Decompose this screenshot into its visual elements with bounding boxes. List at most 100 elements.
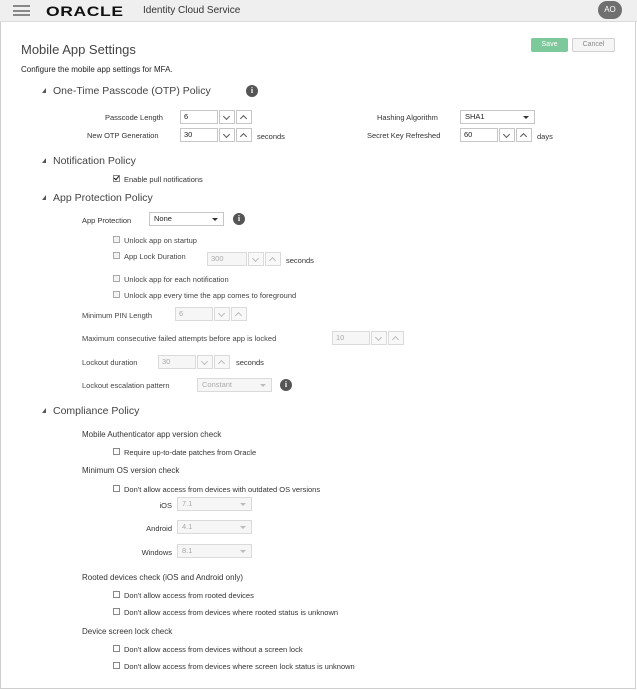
screen-lock-title: Device screen lock check: [82, 627, 173, 636]
android-version-value: 4.1: [182, 522, 193, 531]
section-compliance-title: Compliance Policy: [53, 405, 140, 417]
decrement-button[interactable]: [499, 128, 515, 142]
lock-duration-input[interactable]: 300: [207, 252, 247, 266]
chevron-down-icon: [217, 309, 226, 318]
chevron-up-icon: [391, 335, 400, 344]
user-avatar[interactable]: AO: [598, 1, 622, 19]
chevron-down-icon: [251, 254, 260, 263]
top-bar: ORACLE Identity Cloud Service AO: [0, 0, 637, 22]
unlock-startup-checkbox[interactable]: [113, 236, 120, 243]
caret-down-icon: [212, 218, 218, 221]
collapse-triangle-icon[interactable]: [42, 195, 46, 200]
ios-version-select[interactable]: 7.1: [177, 497, 252, 511]
rooted-block-label: Don't allow access from rooted devices: [124, 591, 254, 600]
hashing-algorithm-select[interactable]: SHA1: [460, 110, 535, 124]
no-screen-lock-label: Don't allow access from devices without …: [124, 645, 303, 654]
lockout-duration-label: Lockout duration: [82, 358, 138, 367]
enable-pull-checkbox[interactable]: [113, 175, 120, 182]
unlock-foreground-checkbox[interactable]: [113, 291, 120, 298]
increment-button[interactable]: [214, 355, 230, 369]
escalation-select[interactable]: Constant: [197, 378, 272, 392]
decrement-button[interactable]: [197, 355, 213, 369]
decrement-button[interactable]: [219, 128, 235, 142]
hashing-algorithm-label: Hashing Algorithm: [377, 113, 438, 122]
min-pin-label: Minimum PIN Length: [82, 311, 153, 320]
collapse-triangle-icon[interactable]: [42, 88, 46, 93]
otp-generation-input[interactable]: 30: [180, 128, 218, 142]
lockout-duration-input[interactable]: 30: [158, 355, 196, 369]
escalation-label: Lockout escalation pattern: [82, 381, 170, 390]
app-version-title: Mobile Authenticator app version check: [82, 430, 222, 439]
caret-down-icon: [240, 503, 246, 506]
info-icon[interactable]: i: [233, 213, 245, 225]
screen-lock-unknown-checkbox[interactable]: [113, 662, 120, 669]
app-protection-value: None: [154, 214, 172, 223]
passcode-length-input[interactable]: 6: [180, 110, 218, 124]
collapse-triangle-icon[interactable]: [42, 158, 46, 163]
content-frame: [0, 22, 636, 689]
rooted-block-checkbox[interactable]: [113, 591, 120, 598]
chevron-down-icon: [200, 357, 209, 366]
windows-version-value: 8.1: [182, 546, 193, 555]
passcode-length-label: Passcode Length: [105, 113, 163, 122]
enable-pull-label: Enable pull notifications: [124, 175, 203, 184]
require-patches-checkbox[interactable]: [113, 448, 120, 455]
decrement-button[interactable]: [248, 252, 264, 266]
increment-button[interactable]: [265, 252, 281, 266]
unlock-foreground-label: Unlock app every time the app comes to f…: [124, 291, 297, 300]
chevron-up-icon: [239, 132, 248, 141]
increment-button[interactable]: [236, 110, 252, 124]
chevron-up-icon: [234, 311, 243, 320]
hashing-algorithm-value: SHA1: [465, 112, 485, 121]
section-notification-title: Notification Policy: [53, 155, 136, 167]
otp-generation-label: New OTP Generation: [87, 131, 159, 140]
chevron-up-icon: [268, 256, 277, 265]
decrement-button[interactable]: [214, 307, 230, 321]
unlock-notification-checkbox[interactable]: [113, 275, 120, 282]
info-icon[interactable]: i: [246, 85, 258, 97]
screen-lock-unknown-label: Don't allow access from devices where sc…: [124, 662, 355, 671]
product-name: Identity Cloud Service: [143, 5, 241, 16]
secret-key-unit: days: [537, 132, 553, 141]
section-protection-title: App Protection Policy: [53, 192, 153, 204]
chevron-down-icon: [222, 130, 231, 139]
app-protection-label: App Protection: [82, 216, 132, 225]
max-failed-input[interactable]: 10: [332, 331, 370, 345]
lock-duration-checkbox[interactable]: [113, 252, 120, 259]
chevron-up-icon: [239, 114, 248, 123]
chevron-up-icon: [217, 359, 226, 368]
lock-duration-unit: seconds: [286, 256, 314, 265]
increment-button[interactable]: [388, 331, 404, 345]
max-failed-label: Maximum consecutive failed attempts befo…: [82, 334, 277, 343]
lockout-duration-unit: seconds: [236, 358, 264, 367]
windows-label: Windows: [141, 548, 172, 557]
android-version-select[interactable]: 4.1: [177, 520, 252, 534]
increment-button[interactable]: [231, 307, 247, 321]
secret-key-input[interactable]: 60: [460, 128, 498, 142]
otp-generation-unit: seconds: [257, 132, 285, 141]
no-screen-lock-checkbox[interactable]: [113, 645, 120, 652]
section-otp-title: One-Time Passcode (OTP) Policy: [53, 85, 211, 97]
windows-version-select[interactable]: 8.1: [177, 544, 252, 558]
require-patches-label: Require up-to-date patches from Oracle: [124, 448, 257, 457]
chevron-up-icon: [519, 132, 528, 141]
menu-icon[interactable]: [13, 5, 30, 16]
chevron-down-icon: [374, 333, 383, 342]
cancel-button[interactable]: Cancel: [572, 38, 615, 52]
rooted-unknown-checkbox[interactable]: [113, 608, 120, 615]
ios-label: iOS: [159, 501, 172, 510]
rooted-title: Rooted devices check (iOS and Android on…: [82, 573, 243, 582]
info-icon[interactable]: i: [280, 379, 292, 391]
save-button[interactable]: Save: [531, 38, 568, 52]
collapse-triangle-icon[interactable]: [42, 408, 46, 413]
increment-button[interactable]: [516, 128, 532, 142]
increment-button[interactable]: [236, 128, 252, 142]
app-protection-select[interactable]: None: [149, 212, 224, 226]
caret-down-icon: [523, 116, 529, 119]
unlock-notification-label: Unlock app for each notification: [124, 275, 229, 284]
min-pin-input[interactable]: 6: [175, 307, 213, 321]
outdated-os-checkbox[interactable]: [113, 485, 120, 492]
decrement-button[interactable]: [371, 331, 387, 345]
decrement-button[interactable]: [219, 110, 235, 124]
rooted-unknown-label: Don't allow access from devices where ro…: [124, 608, 339, 617]
